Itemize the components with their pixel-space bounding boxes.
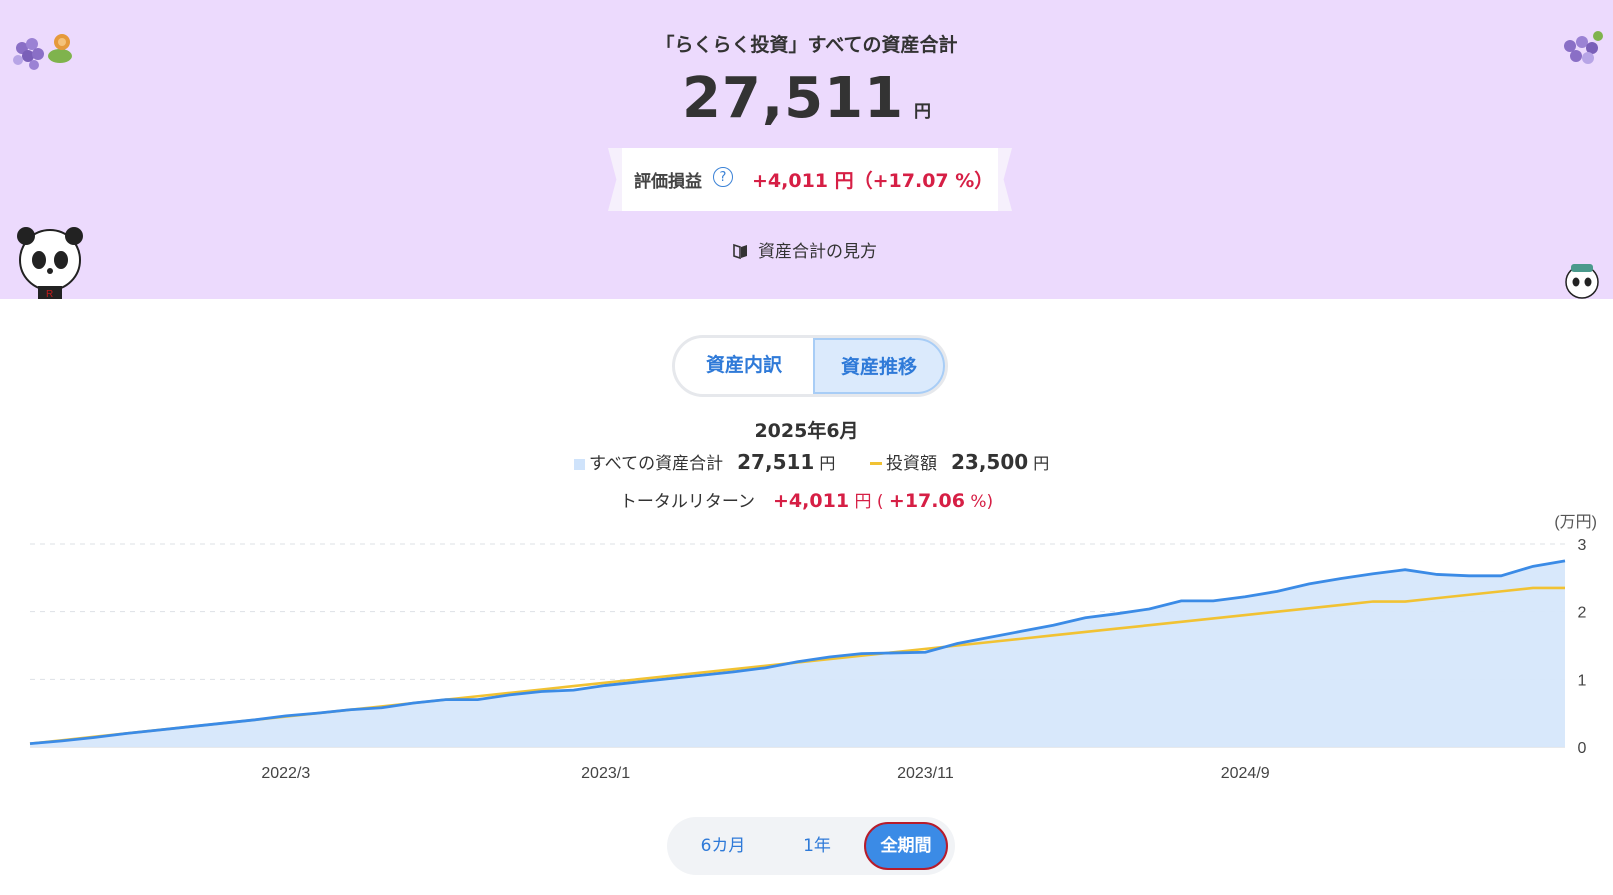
y-tick-label: 2	[1578, 605, 1587, 622]
y-tick-label: 3	[1578, 537, 1587, 554]
summary-header: R 「らくらく投資」すべての資産合計 27,511 円 評価損益 ? +4,011…	[0, 0, 1613, 299]
x-tick-label: 2023/11	[897, 765, 954, 782]
total-assets-unit: 円	[914, 102, 932, 122]
asset-trend-chart: 0 1 2 3 (万円) 2022/3 2023/1 2023/11 2024/9	[29, 514, 1597, 782]
asset-guide-link[interactable]: 資産合計の見方	[732, 237, 877, 262]
question-circle-icon[interactable]: ?	[713, 167, 733, 187]
panda-mascot-icon: R	[17, 227, 83, 299]
legend-total-unit: 円	[819, 454, 836, 473]
gain-label: 評価損益	[634, 172, 702, 192]
legend-total-assets: すべての資産合計 27,511 円	[574, 449, 835, 474]
legend-invest-value: 23,500	[951, 450, 1029, 474]
range-all-button[interactable]: 全期間	[864, 822, 948, 870]
gain-value: +4,011 円（+17.07 %）	[752, 170, 994, 192]
y-tick-label: 0	[1578, 740, 1587, 757]
book-icon	[733, 243, 747, 260]
panda-mascot-small-icon	[1565, 264, 1599, 299]
view-tabs: 資産内訳 資産推移	[672, 335, 948, 397]
legend-investment: 投資額 23,500 円	[870, 449, 1049, 474]
legend-total-label: すべての資産合計	[589, 454, 724, 474]
x-tick-label: 2023/1	[581, 765, 630, 782]
range-1-year-button[interactable]: 1年	[775, 817, 859, 875]
line-swatch	[870, 462, 882, 465]
range-6-months-button[interactable]: 6カ月	[681, 817, 765, 875]
y-unit-label: (万円)	[1554, 514, 1597, 531]
svg-text:R: R	[46, 289, 53, 299]
page-title: 「らくらく投資」すべての資産合計	[655, 34, 958, 56]
selected-period: 2025年6月	[754, 420, 859, 442]
tab-asset-trend[interactable]: 資産推移	[813, 338, 945, 394]
y-tick-label: 1	[1578, 672, 1587, 689]
unrealized-gain-box: 評価損益 ? +4,011 円（+17.07 %）	[622, 148, 998, 211]
tab-asset-breakdown[interactable]: 資産内訳	[675, 338, 813, 394]
x-tick-label: 2022/3	[261, 765, 310, 782]
legend-invest-label: 投資額	[886, 454, 937, 474]
x-tick-label: 2024/9	[1221, 765, 1270, 782]
total-assets-value: 27,511	[681, 66, 905, 131]
legend-total-value: 27,511	[737, 450, 815, 474]
total-assets: 27,511 円	[0, 66, 1613, 131]
range-selector: 6カ月 1年 全期間	[667, 817, 955, 875]
asset-guide-label: 資産合計の見方	[758, 242, 877, 262]
legend-invest-unit: 円	[1033, 454, 1050, 473]
area-swatch	[574, 459, 585, 470]
